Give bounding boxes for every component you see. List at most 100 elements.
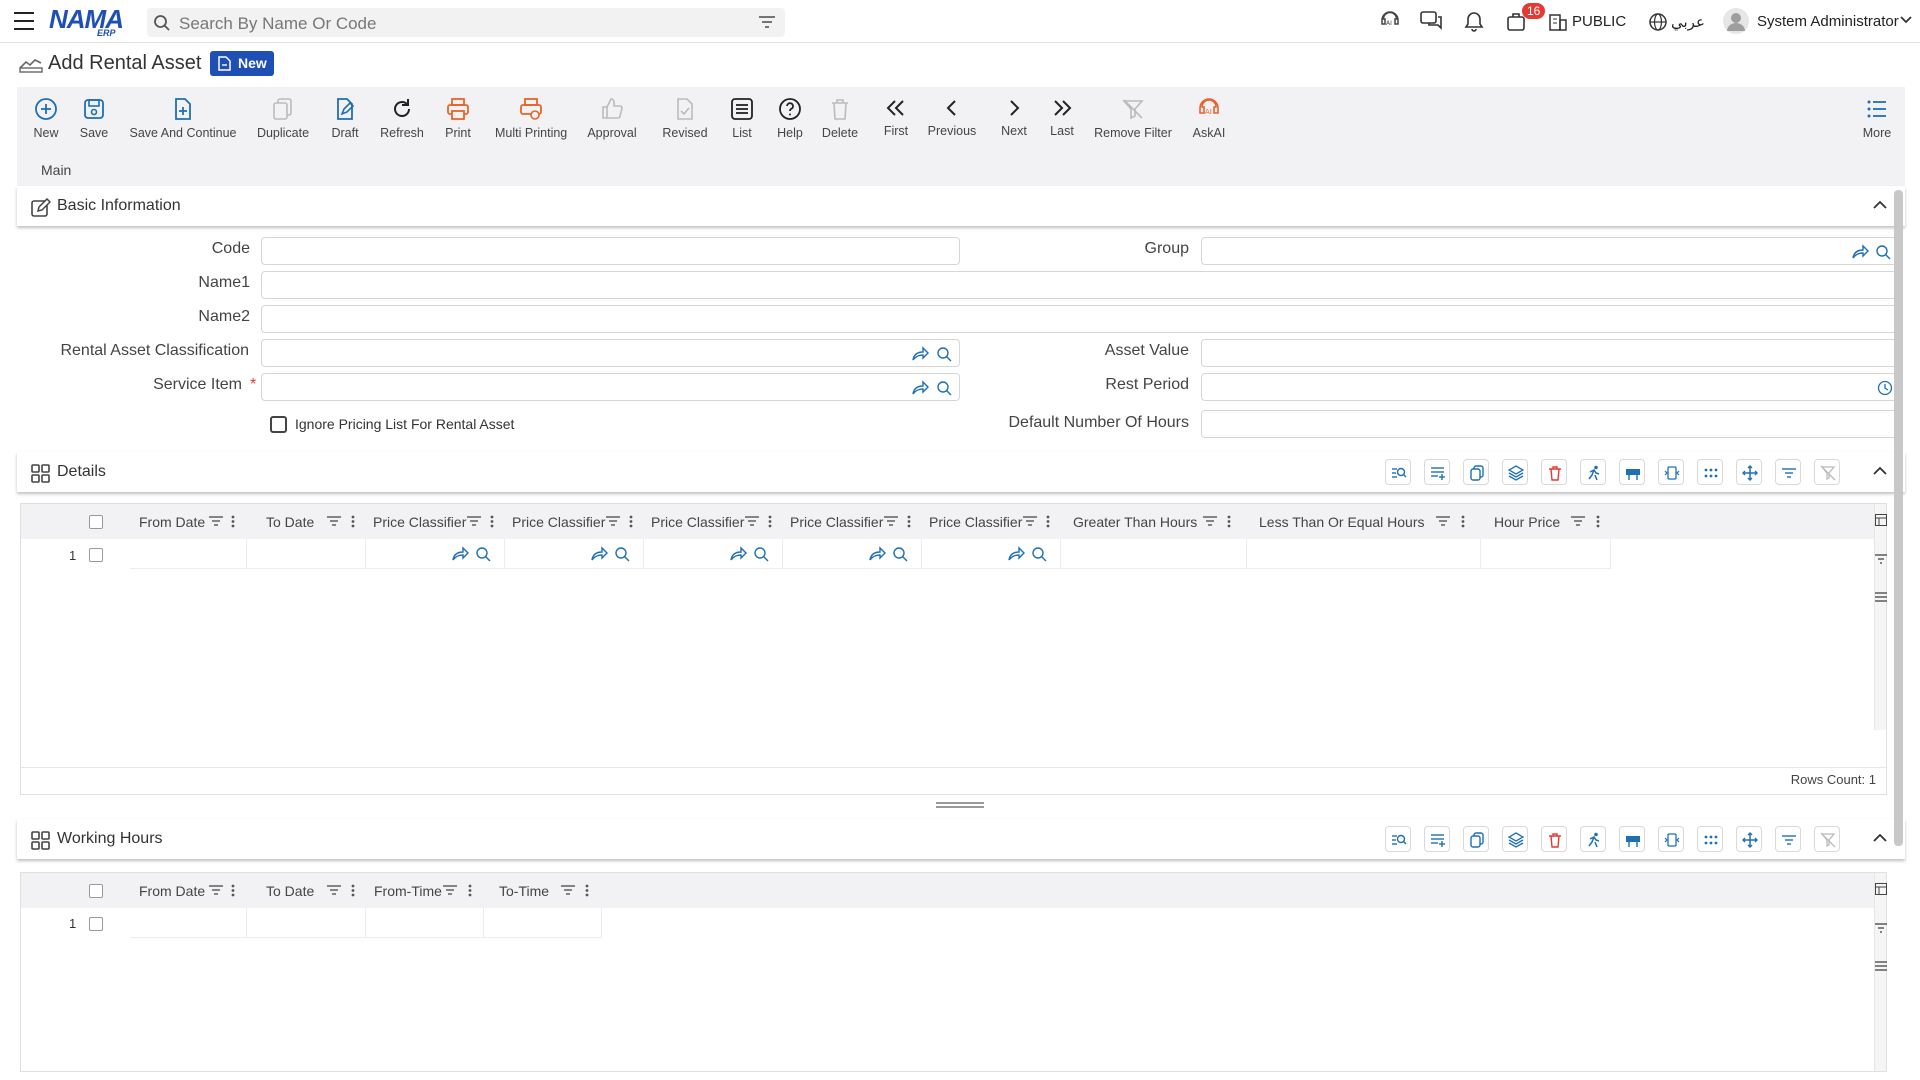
table-settings-button[interactable] bbox=[1619, 459, 1645, 485]
table-cell[interactable] bbox=[247, 908, 366, 938]
chevron-down-icon[interactable] bbox=[1900, 15, 1912, 25]
basic-information-header[interactable]: Basic Information bbox=[17, 186, 1905, 226]
add-row-button[interactable] bbox=[1424, 826, 1450, 852]
share-arrow-icon[interactable] bbox=[1007, 546, 1025, 562]
add-row-button[interactable] bbox=[1424, 459, 1450, 485]
column-header[interactable]: Greater Than Hours bbox=[1073, 514, 1197, 530]
select-all-checkbox[interactable] bbox=[89, 515, 103, 529]
copy-row-button[interactable] bbox=[1463, 826, 1489, 852]
chevron-up-icon[interactable] bbox=[1873, 465, 1887, 477]
column-menu-icon[interactable] bbox=[1461, 515, 1465, 528]
table-cell[interactable] bbox=[1481, 539, 1611, 569]
share-arrow-icon[interactable] bbox=[911, 380, 929, 396]
remove-filter-button[interactable]: Remove Filter bbox=[1093, 97, 1173, 140]
multi-printing-button[interactable]: Multi Printing bbox=[495, 97, 567, 140]
search-input[interactable]: Search By Name Or Code bbox=[147, 8, 785, 37]
delete-button[interactable]: Delete bbox=[821, 97, 859, 140]
column-header[interactable]: To Date bbox=[266, 883, 314, 899]
save-button[interactable]: Save bbox=[77, 97, 111, 140]
refresh-button[interactable]: Refresh bbox=[379, 97, 425, 140]
filter-icon[interactable] bbox=[1875, 923, 1887, 933]
column-menu-icon[interactable] bbox=[1596, 515, 1600, 528]
last-button[interactable]: Last bbox=[1047, 97, 1077, 138]
table-cell[interactable] bbox=[1061, 539, 1247, 569]
share-arrow-icon[interactable] bbox=[729, 546, 747, 562]
advanced-search-button[interactable] bbox=[1385, 459, 1411, 485]
table-cell[interactable] bbox=[130, 908, 247, 938]
filter-button[interactable] bbox=[1775, 459, 1801, 485]
clear-filter-button[interactable] bbox=[1814, 826, 1840, 852]
details-header[interactable]: Details bbox=[17, 452, 1905, 492]
share-arrow-icon[interactable] bbox=[590, 546, 608, 562]
save-and-continue-button[interactable]: Save And Continue bbox=[129, 97, 237, 140]
filter-icon[interactable] bbox=[1875, 554, 1887, 564]
lookup-search-icon[interactable] bbox=[892, 546, 910, 562]
table-cell[interactable] bbox=[130, 539, 247, 569]
tab-main[interactable]: Main bbox=[41, 162, 72, 188]
column-menu-icon[interactable] bbox=[1046, 515, 1050, 528]
column-header[interactable]: From Date bbox=[139, 514, 205, 530]
menu-icon[interactable] bbox=[14, 12, 34, 30]
table-icon[interactable] bbox=[1875, 883, 1887, 895]
branch-selector[interactable]: PUBLIC bbox=[1572, 13, 1626, 30]
run-button[interactable] bbox=[1580, 459, 1606, 485]
filter-icon[interactable] bbox=[1023, 515, 1037, 527]
resize-columns-button[interactable] bbox=[1658, 459, 1684, 485]
code-input[interactable] bbox=[261, 237, 960, 265]
globe-icon[interactable] bbox=[1648, 12, 1668, 32]
column-menu-icon[interactable] bbox=[351, 515, 355, 528]
lookup-search-icon[interactable] bbox=[1031, 546, 1049, 562]
draft-button[interactable]: Draft bbox=[327, 97, 363, 140]
column-header[interactable]: Price Classifier bbox=[651, 514, 746, 530]
filter-icon[interactable] bbox=[884, 515, 898, 527]
table-cell[interactable] bbox=[644, 539, 783, 569]
copy-row-button[interactable] bbox=[1463, 459, 1489, 485]
column-header[interactable]: Less Than Or Equal Hours bbox=[1259, 514, 1425, 530]
advanced-search-button[interactable] bbox=[1385, 826, 1411, 852]
askai-button[interactable]: AI AskAI bbox=[1191, 97, 1227, 140]
resize-columns-button[interactable] bbox=[1658, 826, 1684, 852]
lookup-search-icon[interactable] bbox=[936, 380, 954, 396]
layers-button[interactable] bbox=[1502, 826, 1528, 852]
share-arrow-icon[interactable] bbox=[868, 546, 886, 562]
filter-icon[interactable] bbox=[759, 15, 775, 29]
new-button[interactable]: New bbox=[29, 97, 63, 140]
column-header[interactable]: Price Classifier bbox=[512, 514, 607, 530]
more-button[interactable]: More bbox=[1860, 97, 1894, 140]
column-menu-icon[interactable] bbox=[490, 515, 494, 528]
logo[interactable]: NAMA ERP bbox=[49, 4, 131, 38]
column-menu-icon[interactable] bbox=[907, 515, 911, 528]
classification-input[interactable] bbox=[261, 339, 960, 367]
clear-filter-button[interactable] bbox=[1814, 459, 1840, 485]
revised-button[interactable]: Revised bbox=[661, 97, 709, 140]
filter-icon[interactable] bbox=[561, 884, 575, 896]
table-settings-button[interactable] bbox=[1619, 826, 1645, 852]
asset-value-input[interactable] bbox=[1201, 339, 1898, 367]
column-menu-icon[interactable] bbox=[629, 515, 633, 528]
default-hours-input[interactable] bbox=[1201, 410, 1898, 438]
column-menu-icon[interactable] bbox=[468, 884, 472, 897]
table-cell[interactable] bbox=[247, 539, 366, 569]
table-cell[interactable] bbox=[366, 539, 505, 569]
layers-button[interactable] bbox=[1502, 459, 1528, 485]
ai-assistant-icon[interactable]: AI bbox=[1379, 10, 1401, 32]
filter-icon[interactable] bbox=[1203, 515, 1217, 527]
service-item-input[interactable] bbox=[261, 373, 960, 401]
column-header[interactable]: From-Time bbox=[374, 883, 442, 899]
filter-icon[interactable] bbox=[745, 515, 759, 527]
page-scrollbar[interactable] bbox=[1894, 190, 1903, 846]
lookup-search-icon[interactable] bbox=[936, 346, 954, 362]
column-header[interactable]: Price Classifier bbox=[373, 514, 468, 530]
column-header[interactable]: Price Classifier bbox=[790, 514, 885, 530]
resize-handle[interactable] bbox=[936, 802, 984, 808]
table-cell[interactable] bbox=[783, 539, 922, 569]
column-header[interactable]: To Date bbox=[266, 514, 314, 530]
delete-row-button[interactable] bbox=[1541, 459, 1567, 485]
column-menu-icon[interactable] bbox=[351, 884, 355, 897]
filter-icon[interactable] bbox=[209, 884, 223, 896]
share-arrow-icon[interactable] bbox=[1851, 244, 1869, 260]
hamburger-icon[interactable] bbox=[1875, 592, 1887, 602]
chat-icon[interactable] bbox=[1420, 10, 1444, 32]
lookup-search-icon[interactable] bbox=[1875, 244, 1893, 260]
column-menu-icon[interactable] bbox=[231, 884, 235, 897]
